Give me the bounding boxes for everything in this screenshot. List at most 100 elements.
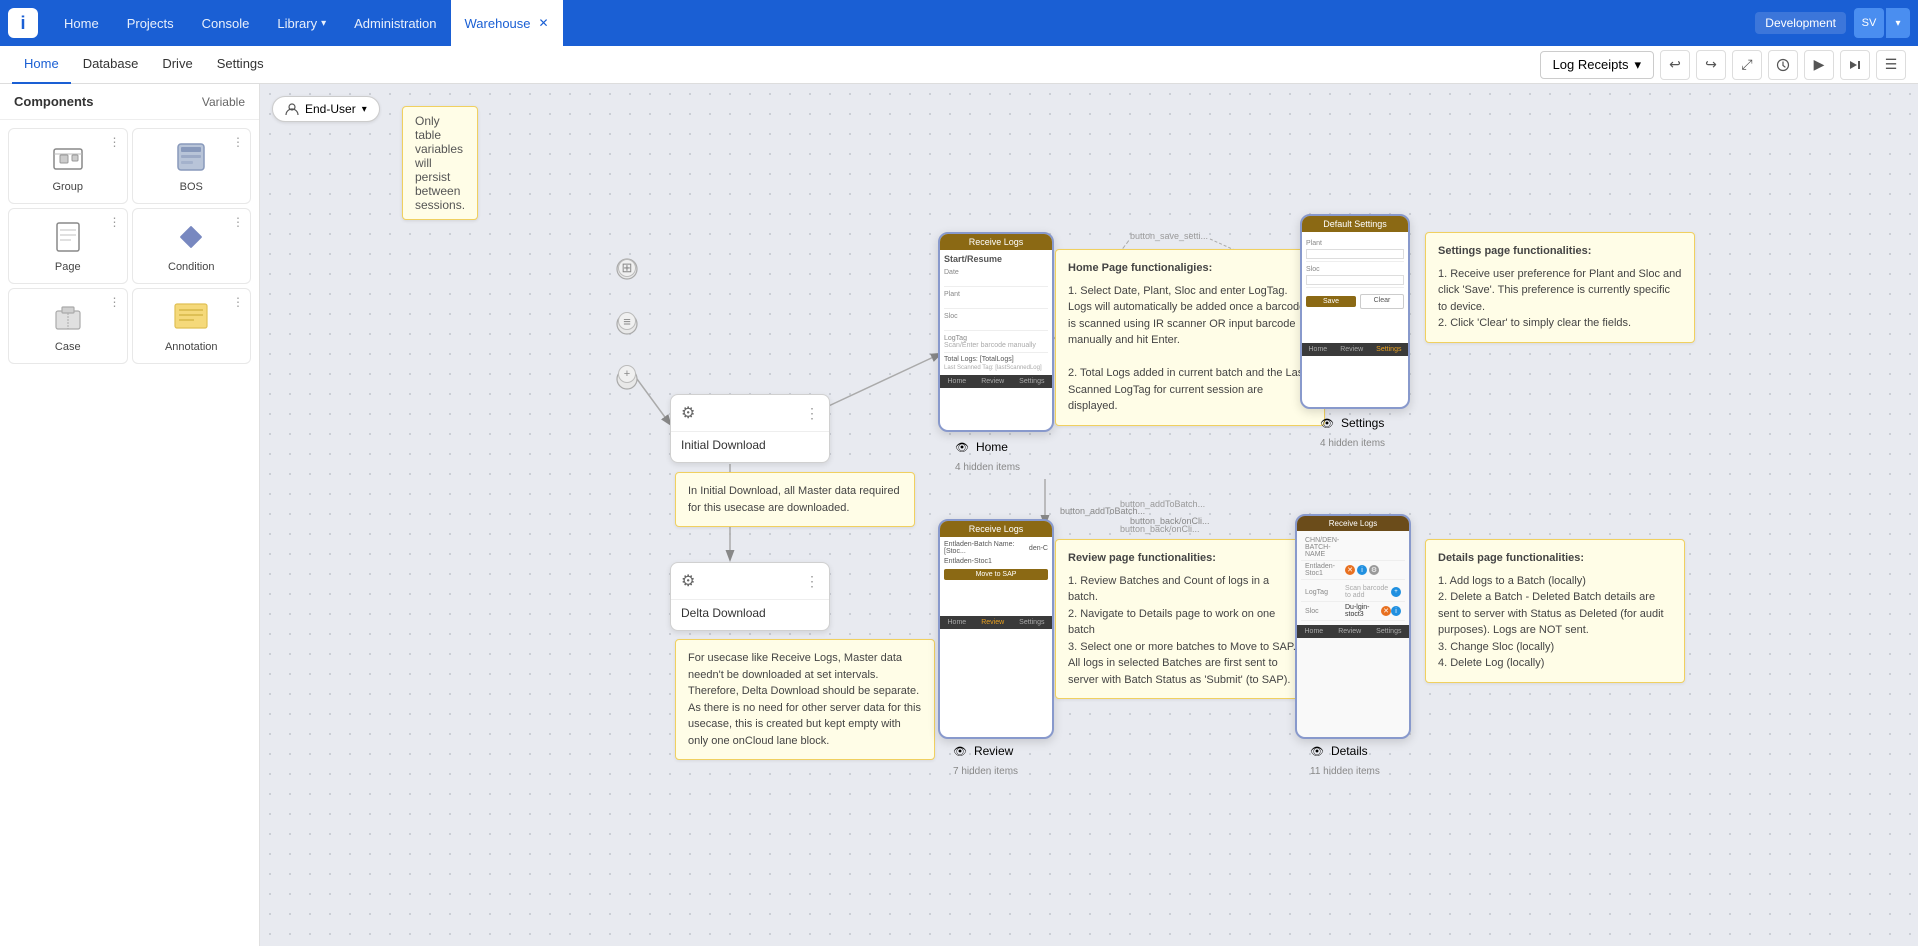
sub-nav-settings[interactable]: Settings — [205, 46, 276, 84]
canvas[interactable]: ≡ ≡ + button_addToBatch... button_back/o… — [260, 84, 1918, 946]
annotation-icon — [173, 299, 209, 335]
review-title: Review — [974, 744, 1013, 758]
review-annotation-title: Review page functionalities: — [1068, 550, 1302, 567]
settings-phone-body: Plant Sloc Save Clear — [1302, 232, 1408, 313]
details-annotation-title: Details page functionalities: — [1438, 550, 1672, 567]
log-receipts-button[interactable]: Log Receipts ▾ — [1540, 51, 1654, 79]
user-avatar[interactable]: SV — [1854, 8, 1884, 38]
details-phone-footer: Home Review Settings — [1297, 625, 1409, 638]
library-chevron-icon: ▾ — [321, 18, 326, 29]
component-condition[interactable]: ⋮ Condition — [132, 208, 252, 284]
connector-3[interactable]: + — [618, 365, 636, 383]
home-annotation-text: 1. Select Date, Plant, Sloc and enter Lo… — [1068, 283, 1312, 415]
canvas-toolbar: End-User ▾ Only table variables will per… — [272, 96, 380, 122]
settings-annotation: Settings page functionalities: 1. Receiv… — [1425, 232, 1695, 343]
connector-1[interactable]: ⊞ — [618, 259, 636, 277]
condition-icon — [173, 219, 209, 255]
eye-icon-details: 👁 — [1310, 745, 1324, 758]
bos-card-menu[interactable]: ⋮ — [232, 135, 244, 149]
play-button[interactable]: ▶ — [1804, 50, 1834, 80]
sidebar: Components Variable ⋮ Group ⋮ — [0, 84, 260, 946]
close-tab-icon[interactable]: ✕ — [539, 16, 549, 30]
group-card-menu[interactable]: ⋮ — [109, 135, 121, 149]
details-phone-mockup: Receive Logs CHN/DEN-BATCH-NAME Entladen… — [1295, 514, 1411, 739]
sub-nav-home[interactable]: Home — [12, 46, 71, 84]
log-receipts-chevron-icon: ▾ — [1634, 57, 1641, 73]
gear-icon: ⚙ — [681, 403, 695, 423]
annotation-card-menu[interactable]: ⋮ — [232, 295, 244, 309]
review-phone-body: Entladen-Batch Name: [Stoc... den-C Entl… — [940, 537, 1052, 616]
component-annotation[interactable]: ⋮ Annotation — [132, 288, 252, 364]
review-hidden-items: 7 hidden items — [953, 762, 1018, 777]
component-bos[interactable]: ⋮ BOS — [132, 128, 252, 204]
fullscreen-button[interactable]: ⤢ — [1732, 50, 1762, 80]
node-menu-icon[interactable]: ⋮ — [805, 405, 819, 422]
component-page[interactable]: ⋮ Page — [8, 208, 128, 284]
review-phone-mockup: Receive Logs Entladen-Batch Name: [Stoc.… — [938, 519, 1054, 739]
main-layout: Components Variable ⋮ Group ⋮ — [0, 84, 1918, 946]
review-annotation: Review page functionalities: 1. Review B… — [1055, 539, 1315, 699]
review-phone-footer: Home Review Settings — [940, 616, 1052, 629]
settings-title: Settings — [1341, 416, 1384, 430]
component-group[interactable]: ⋮ Group — [8, 128, 128, 204]
canvas-settings-button[interactable]: ☰ — [1876, 50, 1906, 80]
sidebar-header: Components Variable — [0, 84, 259, 120]
settings-phone-mockup: Default Settings Plant Sloc Save Clear H… — [1300, 214, 1410, 409]
review-node-label: 👁 Review — [953, 744, 1013, 758]
nav-projects[interactable]: Projects — [113, 0, 188, 46]
page-icon — [50, 219, 86, 255]
delta-node-menu-icon[interactable]: ⋮ — [805, 573, 819, 590]
delta-download-node[interactable]: ⚙ ⋮ Delta Download — [670, 562, 830, 631]
sub-nav-database[interactable]: Database — [71, 46, 151, 84]
connector-2[interactable]: ≡ — [618, 312, 636, 330]
top-navigation: i Home Projects Console Library ▾ Admini… — [0, 0, 1918, 46]
gear-icon-delta: ⚙ — [681, 571, 695, 591]
delta-download-annotation: For usecase like Receive Logs, Master da… — [675, 639, 935, 760]
condition-label: Condition — [168, 261, 214, 273]
nav-console[interactable]: Console — [188, 0, 264, 46]
home-phone-body: Start/Resume Date Plant Sloc LogTag Scan… — [940, 250, 1052, 375]
user-menu-chevron[interactable]: ▾ — [1886, 8, 1910, 38]
end-user-chevron-icon: ▾ — [362, 104, 367, 115]
sub-nav-drive[interactable]: Drive — [150, 46, 204, 84]
end-user-selector[interactable]: End-User ▾ — [272, 96, 380, 122]
page-card-menu[interactable]: ⋮ — [109, 215, 121, 229]
settings-annotation-text: 1. Receive user preference for Plant and… — [1438, 266, 1682, 332]
eye-icon-settings: 👁 — [1320, 417, 1334, 430]
redo-button[interactable]: ↪ — [1696, 50, 1726, 80]
eye-icon-home: 👁 — [955, 441, 969, 454]
nav-warehouse[interactable]: Warehouse ✕ — [451, 0, 563, 46]
eye-icon-review: 👁 — [953, 745, 967, 758]
nav-home[interactable]: Home — [50, 0, 113, 46]
history-button[interactable] — [1768, 50, 1798, 80]
flow-arrows: ≡ ≡ + button_addToBatch... button_back/o… — [260, 84, 1918, 946]
nav-library[interactable]: Library ▾ — [263, 0, 340, 46]
annotation-label: Annotation — [165, 341, 218, 353]
details-node-label: 👁 Details — [1310, 744, 1368, 758]
variable-label: Variable — [202, 95, 245, 109]
home-phone-mockup: Receive Logs Start/Resume Date Plant Slo… — [938, 232, 1054, 432]
case-label: Case — [55, 341, 81, 353]
settings-phone-header: Default Settings — [1302, 216, 1408, 232]
button-add-batch-label: button_addToBatch... — [1120, 499, 1205, 509]
undo-button[interactable]: ↩ — [1660, 50, 1690, 80]
nav-administration[interactable]: Administration — [340, 0, 450, 46]
details-title: Details — [1331, 744, 1368, 758]
button-back-label: button_back/onCli... — [1120, 524, 1200, 534]
home-title: Home — [976, 440, 1008, 454]
forward-button[interactable] — [1840, 50, 1870, 80]
settings-annotation-title: Settings page functionalities: — [1438, 243, 1682, 260]
session-tooltip: Only table variables will persist betwee… — [402, 106, 478, 220]
initial-download-node[interactable]: ⚙ ⋮ Initial Download — [670, 394, 830, 463]
component-case[interactable]: ⋮ Case — [8, 288, 128, 364]
review-phone-header: Receive Logs — [940, 521, 1052, 537]
settings-node-label: 👁 Settings — [1320, 416, 1384, 430]
review-annotation-text: 1. Review Batches and Count of logs in a… — [1068, 573, 1302, 689]
details-annotation-text: 1. Add logs to a Batch (locally) 2. Dele… — [1438, 573, 1672, 672]
bos-icon — [173, 139, 209, 175]
case-card-menu[interactable]: ⋮ — [109, 295, 121, 309]
settings-hidden-items: 4 hidden items — [1320, 434, 1385, 449]
delta-download-label: Delta Download — [671, 600, 829, 630]
condition-card-menu[interactable]: ⋮ — [232, 215, 244, 229]
home-hidden-items: 4 hidden items — [955, 458, 1020, 473]
